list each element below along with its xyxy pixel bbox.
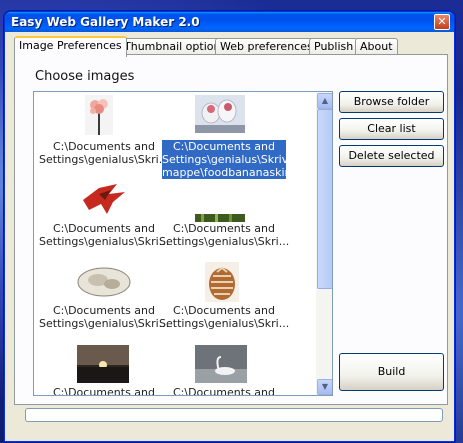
close-icon[interactable]: ✕ xyxy=(434,14,450,30)
shell-thumb-icon xyxy=(77,267,131,297)
image-caption: C:\Documents and Settings\genialus\Skri.… xyxy=(159,222,290,248)
image-caption: C:\Documents and Settings\genialus\Skri.… xyxy=(39,222,170,248)
tab-publish[interactable]: Publish xyxy=(309,38,359,55)
section-heading: Choose images xyxy=(35,69,135,84)
image-item[interactable]: C:\Documents and Settings\genialus\Skri.… xyxy=(39,95,169,175)
title-bar[interactable]: Easy Web Gallery Maker 2.0 ✕ xyxy=(5,12,454,32)
progress-bar xyxy=(25,408,443,422)
grass-thumb-icon xyxy=(195,214,245,222)
tab-image-preferences[interactable]: Image Preferences xyxy=(14,36,127,57)
scroll-thumb[interactable] xyxy=(317,109,332,289)
tab-web-preferences[interactable]: Web preferences xyxy=(215,38,318,55)
image-caption: C:\Documents and xyxy=(172,386,275,396)
image-item[interactable]: C:\Documents and Settings\genialus\Skri.… xyxy=(159,262,289,342)
delete-selected-button[interactable]: Delete selected xyxy=(339,145,444,167)
image-preferences-panel: Choose images C:\Documents and Settings\… xyxy=(14,54,448,405)
red-bird-thumb-icon xyxy=(83,184,125,214)
image-item[interactable]: C:\Documents and xyxy=(39,345,169,395)
image-caption: C:\Documents and Settings\genialus\Skri.… xyxy=(39,304,170,330)
clear-list-button[interactable]: Clear list xyxy=(339,118,444,140)
sunset-thumb-icon xyxy=(77,345,129,383)
tab-about[interactable]: About xyxy=(355,38,398,55)
build-button[interactable]: Build xyxy=(339,353,444,391)
list-scrollbar[interactable]: ▲ ▼ xyxy=(316,92,332,395)
pinecone-thumb-icon xyxy=(205,262,239,302)
image-caption: C:\Documents and Settings\genialus\Skri.… xyxy=(39,140,170,166)
image-caption: C:\Documents and Settings\genialus\Skriv… xyxy=(162,140,333,179)
image-item[interactable]: C:\Documents and xyxy=(159,345,289,395)
swan-thumb-icon xyxy=(195,345,247,383)
scroll-down-icon[interactable]: ▼ xyxy=(317,379,332,395)
image-list[interactable]: C:\Documents and Settings\genialus\Skri.… xyxy=(33,91,333,396)
browse-folder-button[interactable]: Browse folder xyxy=(339,91,444,113)
flower-thumb-icon xyxy=(85,95,113,135)
tulips-thumb-icon xyxy=(195,95,245,133)
image-item[interactable]: C:\Documents and Settings\genialus\Skri.… xyxy=(39,262,169,342)
image-caption: C:\Documents and Settings\genialus\Skri.… xyxy=(159,304,290,330)
image-item[interactable]: C:\Documents and Settings\genialus\Skri.… xyxy=(39,180,169,260)
scroll-up-icon[interactable]: ▲ xyxy=(317,93,332,109)
window-title: Easy Web Gallery Maker 2.0 xyxy=(11,15,200,29)
image-caption: C:\Documents and xyxy=(52,386,155,396)
app-window: Easy Web Gallery Maker 2.0 ✕ Image Prefe… xyxy=(4,11,455,442)
image-item[interactable]: C:\Documents and Settings\genialus\Skri.… xyxy=(159,180,289,260)
